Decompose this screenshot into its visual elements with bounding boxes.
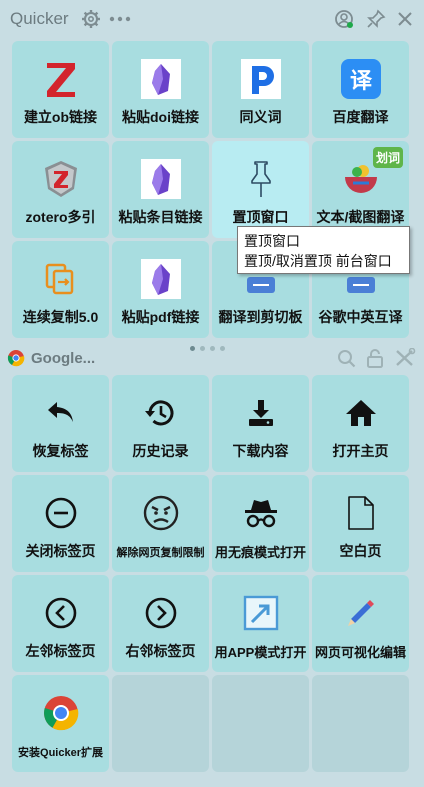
action-right-tab[interactable]: 右邻标签页 [112, 575, 209, 672]
action-label: 翻译到剪切板 [218, 309, 303, 325]
action-label: 历史记录 [132, 443, 189, 459]
action-label: 打开主页 [332, 443, 389, 459]
selection-badge: 划词 [372, 147, 403, 168]
user-icon[interactable] [334, 9, 354, 29]
action-visual-edit[interactable]: 网页可视化编辑 [312, 575, 409, 672]
tools-icon[interactable] [394, 348, 416, 368]
action-label: 左邻标签页 [25, 643, 96, 659]
reply-arrow-icon [39, 391, 83, 435]
action-baidu-translate[interactable]: 译 百度翻译 [312, 41, 409, 138]
action-label: 安装Quicker扩展 [18, 747, 103, 759]
obsidian-icon [139, 57, 183, 101]
action-restore-tab[interactable]: 恢复标签 [12, 375, 109, 472]
action-label: 置顶窗口 [232, 209, 289, 225]
action-zotero-multi-cite[interactable]: zotero多引 [12, 141, 109, 238]
action-label: 恢复标签 [32, 443, 89, 459]
close-icon[interactable] [398, 12, 412, 26]
obsidian-icon [139, 157, 183, 201]
p-logo-icon [239, 57, 283, 101]
action-label: 文本/截图翻译 [316, 209, 405, 225]
action-label: zotero多引 [25, 209, 96, 225]
angry-face-icon [139, 491, 183, 535]
tooltip-title: 置顶窗口 [244, 233, 300, 249]
action-label: 解除网页复制限制 [116, 547, 205, 559]
zotero-z-icon [39, 57, 83, 101]
baidu-translate-icon: 译 [339, 57, 383, 101]
download-icon [239, 391, 283, 435]
action-history[interactable]: 历史记录 [112, 375, 209, 472]
action-text-screenshot-translate[interactable]: 划词 文本/截图翻译 [312, 141, 409, 238]
action-synonym[interactable]: 同义词 [212, 41, 309, 138]
action-label: 右邻标签页 [125, 643, 196, 659]
minus-circle-icon [39, 491, 83, 535]
pencil-icon [339, 591, 383, 635]
action-pin-window[interactable]: 置顶窗口 [212, 141, 309, 238]
action-left-tab[interactable]: 左邻标签页 [12, 575, 109, 672]
action-label: 同义词 [239, 109, 282, 125]
action-blank-page[interactable]: 空白页 [312, 475, 409, 572]
title-bar: Quicker [0, 0, 424, 38]
chrome-icon [7, 349, 25, 367]
action-label: 连续复制5.0 [22, 309, 99, 325]
action-label: 用APP模式打开 [214, 645, 307, 660]
action-label: 粘贴pdf链接 [121, 309, 200, 325]
pin-window-icon[interactable] [366, 9, 386, 29]
more-icon[interactable] [109, 15, 131, 23]
chevron-right-circle-icon [139, 591, 183, 635]
action-label: 网页可视化编辑 [314, 645, 406, 660]
action-label: 关闭标签页 [25, 543, 96, 559]
action-label: 谷歌中英互译 [318, 309, 403, 325]
action-paste-item-link[interactable]: 粘贴条目链接 [112, 141, 209, 238]
blank-page-icon [339, 491, 383, 535]
search-icon[interactable] [337, 349, 356, 368]
action-open-incognito[interactable]: 用无痕模式打开 [212, 475, 309, 572]
action-paste-pdf-link[interactable]: 粘贴pdf链接 [112, 241, 209, 338]
chevron-left-circle-icon [39, 591, 83, 635]
action-label: 建立ob链接 [23, 109, 98, 125]
action-continuous-copy[interactable]: 连续复制5.0 [12, 241, 109, 338]
action-label: 粘贴doi链接 [122, 109, 199, 125]
svg-text:译: 译 [349, 69, 372, 94]
action-label: 用无痕模式打开 [214, 545, 306, 560]
action-build-ob-link[interactable]: 建立ob链接 [12, 41, 109, 138]
action-label: 空白页 [339, 543, 382, 559]
action-download[interactable]: 下载内容 [212, 375, 309, 472]
app-title: Quicker [10, 9, 69, 28]
tooltip-description: 置顶/取消置顶 前台窗口 [244, 253, 392, 269]
action-panel-2: 恢复标签 历史记录 下载内容 打开主页 关闭标签页 解除网页复制限制 用无痕模式… [12, 375, 409, 772]
action-label: 下载内容 [232, 443, 289, 459]
empty-slot[interactable] [212, 675, 309, 772]
copy-icon [39, 257, 83, 301]
action-panel-1: 建立ob链接 粘贴doi链接 同义词 译 百度翻译 zotero多引 粘贴条目链… [12, 41, 409, 338]
action-paste-doi-link[interactable]: 粘贴doi链接 [112, 41, 209, 138]
zotero-shield-icon [39, 157, 83, 201]
chrome-icon [39, 691, 83, 735]
action-label: 百度翻译 [332, 109, 389, 125]
history-icon [139, 391, 183, 435]
empty-slot[interactable] [312, 675, 409, 772]
action-open-home[interactable]: 打开主页 [312, 375, 409, 472]
lock-icon[interactable] [366, 348, 384, 368]
context-panel-title: Google... [31, 349, 96, 367]
home-icon [339, 391, 383, 435]
incognito-icon [239, 491, 283, 535]
empty-slot[interactable] [112, 675, 209, 772]
context-panel-header: Google... [0, 342, 424, 374]
action-remove-copy-restriction[interactable]: 解除网页复制限制 [112, 475, 209, 572]
tooltip: 置顶窗口 置顶/取消置顶 前台窗口 [237, 226, 410, 274]
action-label: 粘贴条目链接 [118, 209, 203, 225]
pin-icon [239, 157, 283, 201]
action-open-app-mode[interactable]: 用APP模式打开 [212, 575, 309, 672]
obsidian-icon [139, 257, 183, 301]
action-install-quicker-extension[interactable]: 安装Quicker扩展 [12, 675, 109, 772]
gear-icon[interactable] [81, 9, 101, 29]
action-close-tab[interactable]: 关闭标签页 [12, 475, 109, 572]
open-app-icon [239, 591, 283, 635]
